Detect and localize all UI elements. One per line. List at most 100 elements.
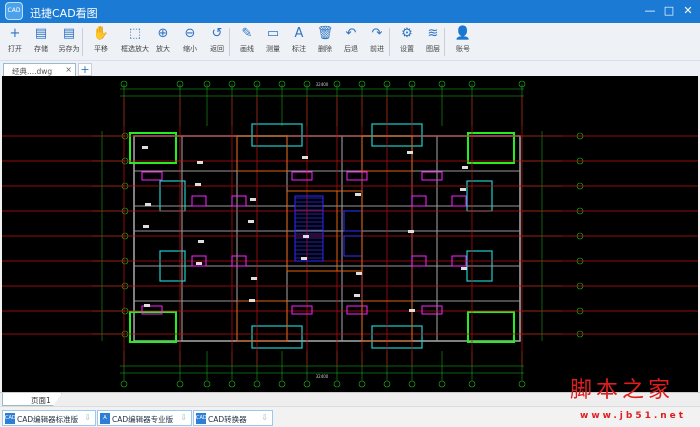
room-label bbox=[195, 183, 201, 186]
furniture bbox=[291, 305, 313, 315]
room-label bbox=[460, 188, 466, 191]
furniture bbox=[346, 171, 368, 181]
furniture bbox=[451, 195, 467, 207]
room-label bbox=[301, 257, 307, 260]
download-icon: ⇩ bbox=[261, 413, 268, 422]
return-icon: ↺ bbox=[211, 26, 223, 41]
cad-converter-icon: CAD bbox=[196, 413, 207, 424]
cad-drawing[interactable]: 32400 32400 bbox=[2, 76, 698, 392]
pencil-icon: ✎ bbox=[241, 26, 253, 41]
axis-bubble bbox=[228, 380, 236, 388]
axis-bubble bbox=[408, 380, 416, 388]
toolbar-button-user[interactable]: 👤 账号 bbox=[450, 26, 476, 54]
dimension-text: 32400 bbox=[316, 374, 329, 379]
room-label bbox=[461, 267, 467, 270]
zoom-window-icon: ⬚ bbox=[128, 26, 142, 41]
bay-window bbox=[251, 325, 303, 349]
toolbar: + 打开 ▤ 存储 ▤ 另存为 ✋ 平移 ⬚ 框选放大 ⊕ 放大 ⊖ 缩小 ↺ 返回 ✎ 画线 ▭ 测量 A 标注 🗑 删除 ↶… bbox=[0, 23, 700, 61]
axis-bubble bbox=[278, 380, 286, 388]
cad-editor-pro-button[interactable]: A CAD编辑器专业版 ⇩ bbox=[97, 410, 192, 426]
toolbar-separator bbox=[444, 28, 445, 56]
balcony bbox=[467, 132, 515, 164]
toolbar-label: 账号 bbox=[456, 45, 470, 53]
download-icon: ⇩ bbox=[84, 413, 91, 422]
cad-converter-button[interactable]: CAD CAD转换器 ⇩ bbox=[193, 410, 273, 426]
text-icon: A bbox=[294, 26, 304, 41]
close-tab-icon[interactable]: × bbox=[65, 65, 72, 74]
room-label bbox=[198, 240, 204, 243]
furniture bbox=[141, 171, 163, 181]
cad-pro-icon: A bbox=[100, 413, 110, 424]
axis-bubble bbox=[358, 380, 366, 388]
trash-icon: 🗑 bbox=[316, 26, 334, 41]
close-button[interactable]: ✕ bbox=[680, 4, 696, 17]
axis-bubble bbox=[176, 380, 184, 388]
redo-icon: ↷ bbox=[371, 26, 383, 41]
page-tab[interactable]: 页面1 bbox=[2, 393, 62, 406]
axis-bubble bbox=[468, 380, 476, 388]
minimize-button[interactable]: — bbox=[642, 4, 658, 17]
room-label bbox=[302, 156, 308, 159]
app-logo: CAD bbox=[5, 2, 23, 20]
button-label: CAD转换器 bbox=[208, 415, 247, 424]
toolbar-button-save-as[interactable]: ▤ 另存为 bbox=[56, 26, 82, 54]
button-label: CAD编辑器标准版 bbox=[17, 415, 79, 424]
furniture bbox=[346, 305, 368, 315]
drawing-canvas[interactable]: 32400 32400 bbox=[2, 76, 698, 392]
room-frame bbox=[236, 300, 288, 342]
bay-window bbox=[371, 325, 423, 349]
bay-window bbox=[371, 123, 423, 147]
tab-bar: 经典....dwg × + bbox=[0, 61, 700, 77]
toolbar-separator bbox=[82, 28, 83, 56]
room-label bbox=[249, 299, 255, 302]
axis-bubble bbox=[518, 380, 526, 388]
axis-bubble bbox=[438, 380, 446, 388]
download-icon: ⇩ bbox=[180, 413, 187, 422]
toolbar-separator bbox=[389, 28, 390, 56]
zoom-in-icon: ⊕ bbox=[157, 26, 169, 41]
balcony bbox=[129, 132, 177, 164]
layers-icon: ≋ bbox=[427, 26, 439, 41]
furniture bbox=[191, 195, 207, 207]
title-bar: CAD 迅捷CAD看图 — □ ✕ bbox=[0, 0, 700, 23]
room-label bbox=[142, 146, 148, 149]
room-label bbox=[197, 161, 203, 164]
room-label bbox=[250, 198, 256, 201]
furniture bbox=[411, 195, 427, 207]
room-label bbox=[408, 230, 414, 233]
room-label bbox=[144, 304, 150, 307]
room-label bbox=[303, 235, 309, 238]
add-tab-button[interactable]: + bbox=[78, 63, 92, 76]
tab-document[interactable]: 经典....dwg × bbox=[3, 63, 76, 77]
toolbar-separator bbox=[229, 28, 230, 56]
axis-bubble bbox=[333, 380, 341, 388]
elevator bbox=[343, 210, 363, 232]
balcony bbox=[467, 311, 515, 343]
room-label bbox=[145, 203, 151, 206]
plus-icon: + bbox=[9, 26, 21, 41]
maximize-button[interactable]: □ bbox=[661, 4, 677, 17]
ruler-icon: ▭ bbox=[266, 26, 280, 41]
room-label bbox=[248, 220, 254, 223]
axis-bubble bbox=[203, 380, 211, 388]
save-icon: ▤ bbox=[34, 26, 48, 41]
room-label bbox=[196, 262, 202, 265]
furniture bbox=[421, 305, 443, 315]
room-label bbox=[354, 294, 360, 297]
axis-bubble bbox=[383, 380, 391, 388]
cad-editor-standard-button[interactable]: CAD CAD编辑器标准版 ⇩ bbox=[2, 410, 96, 426]
room-label bbox=[355, 193, 361, 196]
zoom-out-icon: ⊖ bbox=[184, 26, 196, 41]
toolbar-button-hand[interactable]: ✋ 平移 bbox=[88, 26, 114, 54]
axis-bubble bbox=[120, 380, 128, 388]
room-label bbox=[356, 272, 362, 275]
save-as-icon: ▤ bbox=[62, 26, 76, 41]
app-title: 迅捷CAD看图 bbox=[30, 7, 98, 20]
watermark-url: www.jb51.net bbox=[580, 411, 687, 421]
room-label bbox=[251, 277, 257, 280]
balcony bbox=[129, 311, 177, 343]
elevator bbox=[343, 235, 363, 257]
button-label: CAD编辑器专业版 bbox=[112, 415, 174, 424]
room-label bbox=[409, 309, 415, 312]
tab-document-label: 经典....dwg bbox=[12, 67, 53, 76]
